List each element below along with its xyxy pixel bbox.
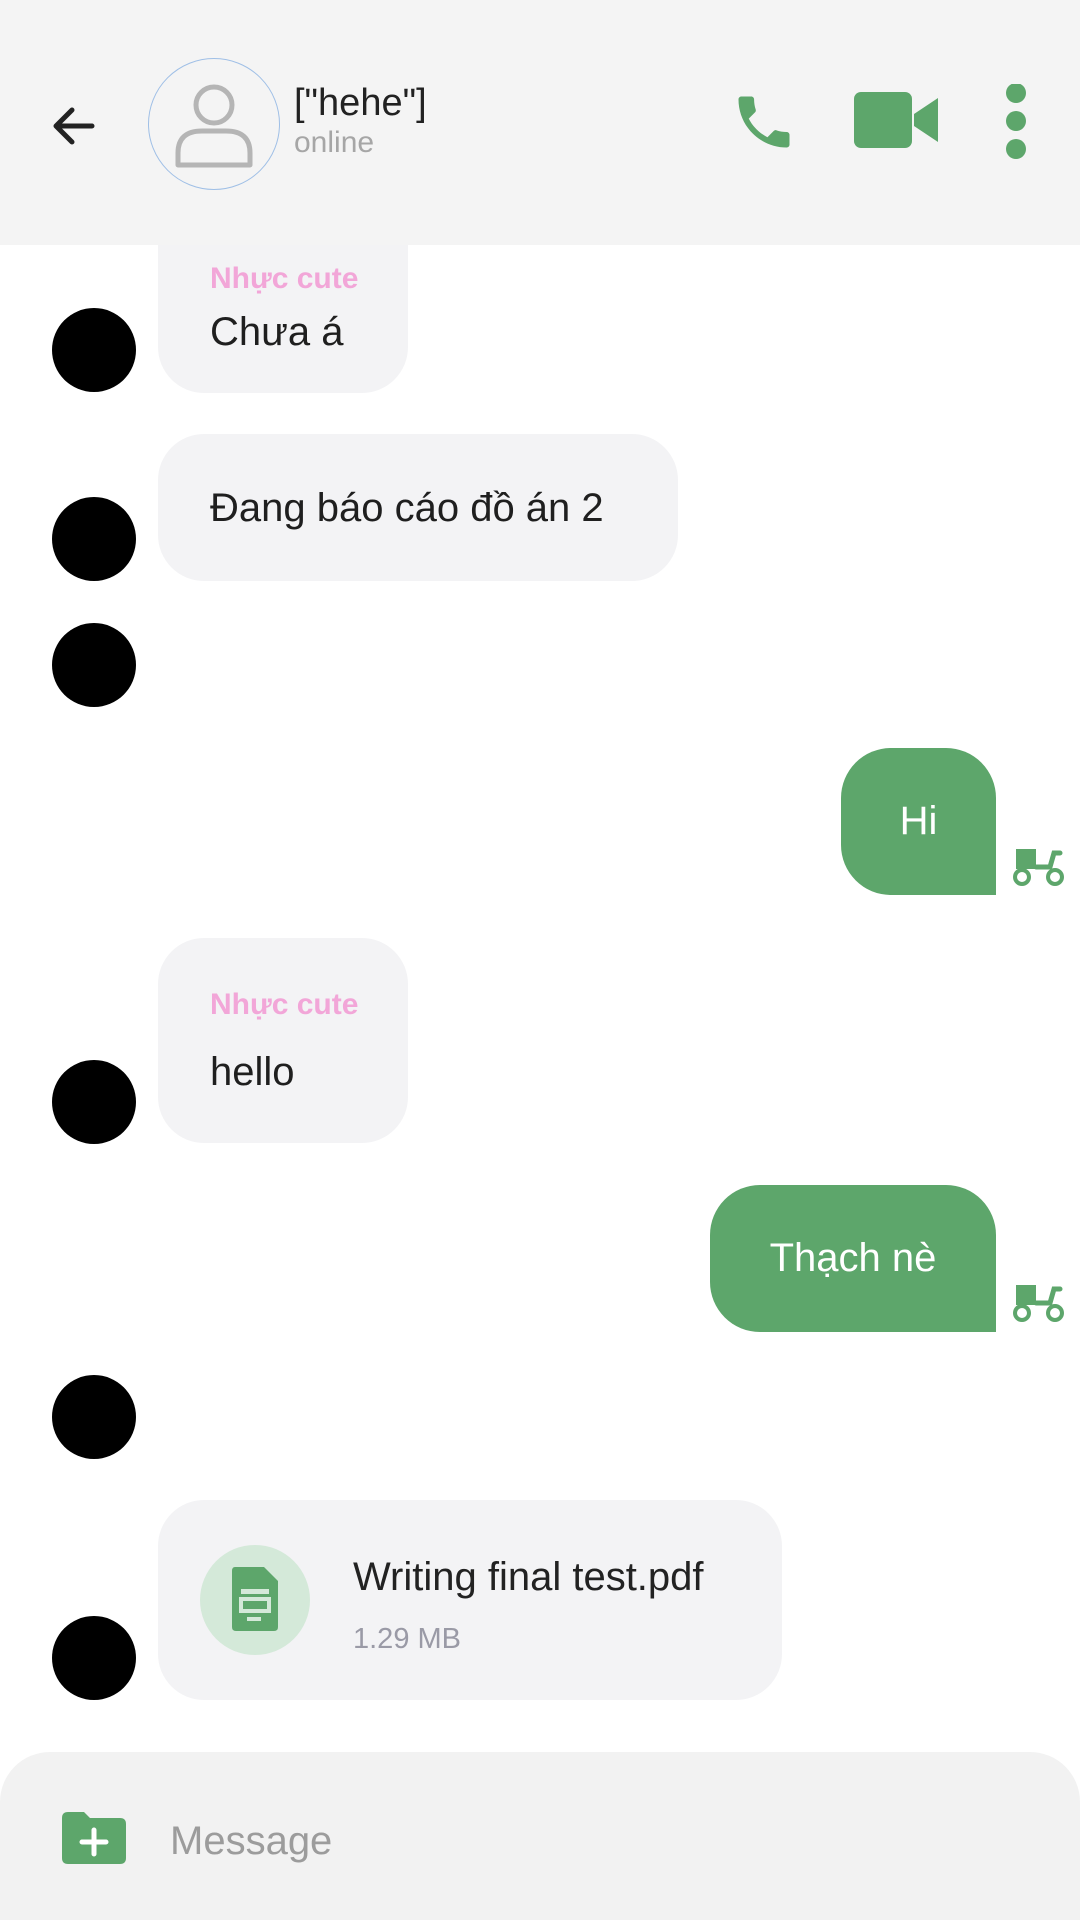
user-avatar-icon bbox=[175, 84, 253, 168]
back-arrow-icon bbox=[53, 107, 95, 145]
incoming-message[interactable]: Nhực cute Chưa á bbox=[158, 245, 408, 393]
scooter-icon bbox=[1013, 1285, 1064, 1322]
message-text: Đang báo cáo đồ án 2 bbox=[210, 486, 604, 530]
more-options-button[interactable] bbox=[1000, 83, 1032, 189]
sender-name: Nhực cute bbox=[210, 988, 359, 1021]
sender-avatar[interactable] bbox=[52, 1060, 136, 1144]
folder-add-icon bbox=[62, 1812, 126, 1864]
more-vertical-icon bbox=[1006, 83, 1026, 159]
phone-icon bbox=[738, 96, 790, 148]
message-input[interactable] bbox=[168, 1800, 1032, 1882]
sender-avatar[interactable] bbox=[52, 1616, 136, 1700]
document-icon bbox=[232, 1567, 278, 1631]
back-button[interactable] bbox=[44, 96, 104, 156]
file-type-badge bbox=[200, 1545, 310, 1655]
sender-avatar[interactable] bbox=[52, 623, 136, 707]
file-attachment-message[interactable]: Writing final test.pdf 1.29 MB bbox=[158, 1500, 782, 1700]
video-camera-icon bbox=[854, 92, 938, 148]
video-call-button[interactable] bbox=[852, 90, 940, 155]
message-composer bbox=[0, 1752, 1080, 1920]
attach-file-button[interactable] bbox=[62, 1812, 126, 1869]
outgoing-message[interactable]: Hi bbox=[841, 748, 996, 895]
file-size: 1.29 MB bbox=[353, 1623, 461, 1655]
sender-avatar[interactable] bbox=[52, 1375, 136, 1459]
scooter-icon bbox=[1013, 849, 1064, 886]
incoming-message[interactable]: Đang báo cáo đồ án 2 bbox=[158, 434, 678, 581]
message-list[interactable]: Nhực cute Chưa á Đang báo cáo đồ án 2 Hi… bbox=[0, 245, 1080, 1750]
outgoing-message[interactable]: Thạch nè bbox=[710, 1185, 996, 1332]
sender-avatar[interactable] bbox=[52, 497, 136, 581]
voice-call-button[interactable] bbox=[730, 88, 798, 161]
contact-name[interactable]: ["hehe"] bbox=[294, 82, 427, 125]
sender-avatar[interactable] bbox=[52, 308, 136, 392]
incoming-message[interactable]: Nhực cute hello bbox=[158, 938, 408, 1143]
contact-status: online bbox=[294, 126, 375, 159]
chat-header: ["hehe"] online bbox=[0, 0, 1080, 245]
message-text: hello bbox=[210, 1050, 295, 1094]
file-name: Writing final test.pdf bbox=[353, 1555, 704, 1599]
contact-avatar[interactable] bbox=[148, 58, 280, 190]
sender-name: Nhực cute bbox=[210, 262, 359, 295]
message-text: Chưa á bbox=[210, 310, 344, 354]
